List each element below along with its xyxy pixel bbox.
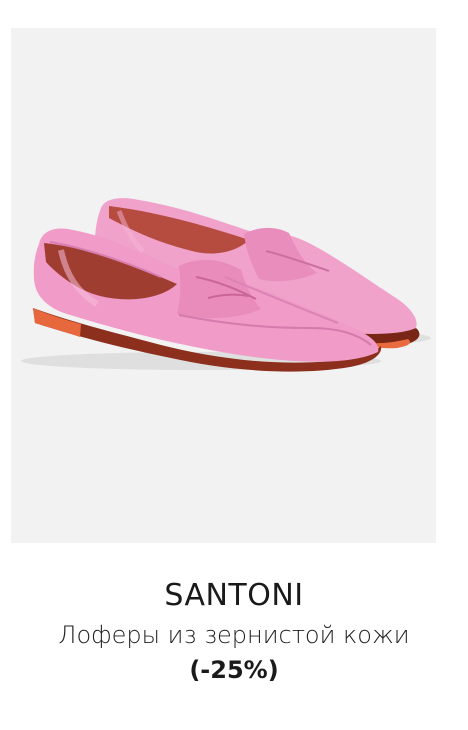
discount-badge: (-25%) [189, 656, 279, 684]
pink-loafers-image [11, 28, 436, 543]
product-image[interactable] [11, 28, 436, 543]
product-brand: SANTONI [164, 578, 304, 613]
product-card[interactable]: SANTONI Лоферы из зернистой кожи (-25%) [0, 0, 468, 730]
product-title: Лоферы из зернистой кожи [58, 621, 410, 649]
